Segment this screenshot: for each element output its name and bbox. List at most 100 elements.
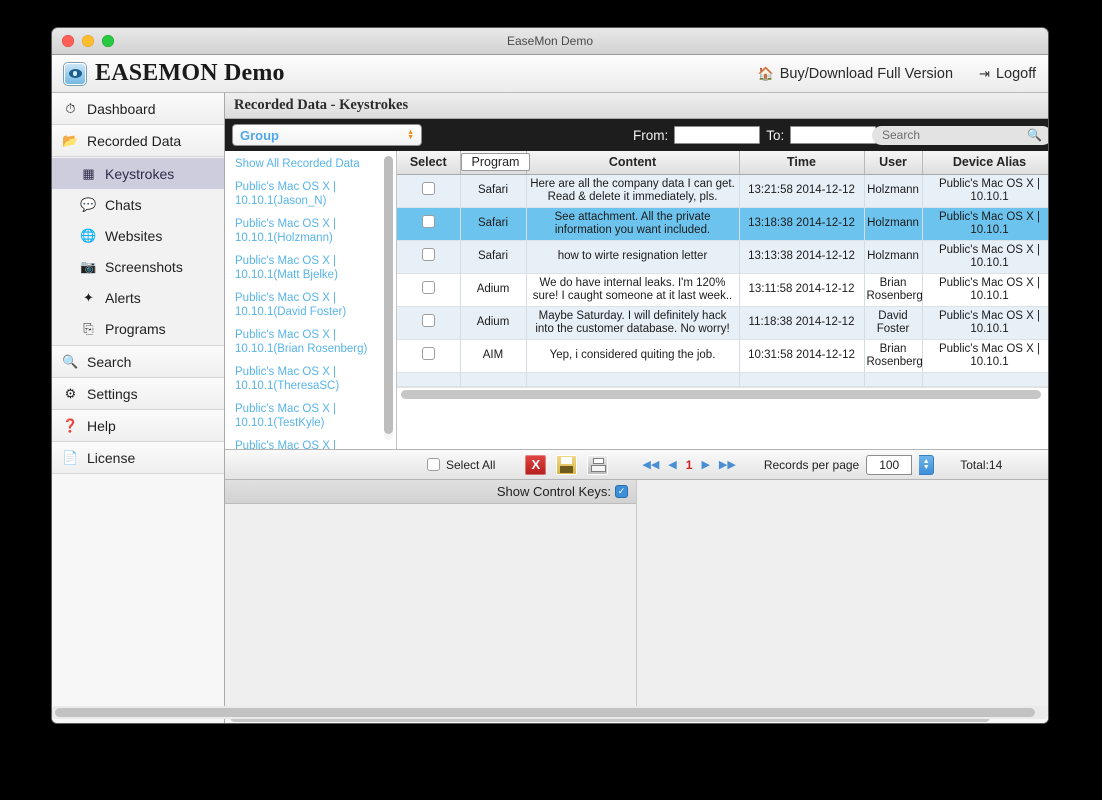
- column-header-program[interactable]: Program: [460, 151, 531, 175]
- row-user: Brian Rosenberg: [864, 339, 923, 373]
- sidebar-item-label: Help: [87, 417, 116, 434]
- first-page-icon[interactable]: ◀◀: [642, 458, 659, 471]
- row-user: David Foster: [864, 306, 923, 340]
- sidebar-item-screenshots[interactable]: 📷 Screenshots: [52, 251, 224, 282]
- scrollbar-thumb[interactable]: [55, 708, 1035, 717]
- row-select-cell[interactable]: [397, 174, 461, 208]
- records-per-page-input[interactable]: 100: [866, 454, 913, 475]
- group-dropdown[interactable]: Group ▲ ▼: [232, 124, 422, 146]
- row-time: 13:18:38 2014-12-12: [739, 207, 865, 241]
- excel-export-icon[interactable]: X: [525, 454, 547, 475]
- row-program: Safari: [460, 174, 527, 208]
- search-input[interactable]: Search 🔍: [872, 125, 1048, 145]
- row-checkbox[interactable]: [421, 314, 435, 327]
- row-select-cell[interactable]: [397, 273, 461, 307]
- logoff-label: Logoff: [995, 65, 1036, 82]
- to-label: To:: [766, 127, 785, 143]
- column-header-device-alias[interactable]: Device Alias: [922, 151, 1048, 175]
- sidebar-item-recorded-data[interactable]: 📂 Recorded Data: [52, 125, 224, 157]
- detail-pane-right-header: [637, 480, 1048, 504]
- column-header-time[interactable]: Time: [739, 151, 865, 175]
- table-horizontal-scrollbar[interactable]: [397, 386, 1048, 400]
- group-list-item[interactable]: Public's Mac OS X | 10.10.1(Jason_N): [235, 180, 392, 208]
- buy-download-link[interactable]: 🏠 Buy/Download Full Version: [758, 66, 953, 82]
- window-horizontal-scrollbar[interactable]: [52, 706, 1048, 719]
- floppy-save-icon[interactable]: [556, 454, 578, 475]
- detail-pane-left: Show Control Keys: ✓: [225, 480, 637, 709]
- table-header-row: Select Program Content Time User Device …: [397, 151, 1048, 175]
- row-checkbox[interactable]: [421, 215, 435, 228]
- row-device-alias: Public's Mac OS X | 10.10.1: [922, 240, 1048, 274]
- group-list-scrollbar[interactable]: [384, 156, 393, 440]
- row-program: Safari: [460, 207, 527, 241]
- next-page-icon[interactable]: ▶: [701, 458, 709, 471]
- group-list-item[interactable]: Public's Mac OS X | 10.10.1(TestKyle): [235, 402, 392, 430]
- printer-icon[interactable]: [587, 454, 609, 475]
- row-checkbox[interactable]: [421, 281, 435, 294]
- sidebar-subgroup: ▦ Keystrokes 💬 Chats 🌐 Websites 📷 Screen…: [52, 157, 224, 346]
- group-list-item[interactable]: Public's Mac OS X | 10.10.1(Brian Rosenb…: [235, 328, 392, 356]
- sidebar-item-chats[interactable]: 💬 Chats: [52, 189, 224, 220]
- minimize-button[interactable]: [82, 35, 94, 47]
- from-date-input[interactable]: [674, 126, 761, 144]
- column-header-select[interactable]: Select: [397, 151, 461, 175]
- to-date-input[interactable]: [790, 126, 877, 144]
- row-content: We do have internal leaks. I'm 120% sure…: [526, 273, 740, 307]
- records-per-page-stepper[interactable]: ▲ ▼: [919, 454, 935, 475]
- scrollbar-thumb[interactable]: [401, 389, 1041, 399]
- group-list-item[interactable]: Public's Mac OS X | 10.10.1(Holzmann): [235, 217, 392, 245]
- row-select-cell[interactable]: [397, 240, 461, 274]
- table-row[interactable]: Adium We do have internal leaks. I'm 120…: [397, 273, 1048, 307]
- table-row[interactable]: Safari how to wirte resignation letter 1…: [397, 240, 1048, 274]
- sidebar-item-alerts[interactable]: ✦ Alerts: [52, 282, 224, 313]
- close-button[interactable]: [62, 35, 74, 47]
- last-page-icon[interactable]: ▶▶: [719, 458, 736, 471]
- sidebar-item-settings[interactable]: ⚙ Settings: [52, 378, 224, 410]
- license-card-icon: 📄: [62, 449, 79, 465]
- scrollbar-thumb[interactable]: [384, 156, 393, 434]
- table-row[interactable]: AIM Yep, i considered quiting the job. 1…: [397, 339, 1048, 373]
- group-list-item[interactable]: Public's Mac OS X |: [235, 439, 392, 449]
- row-select-cell[interactable]: [397, 207, 461, 241]
- column-header-user[interactable]: User: [864, 151, 923, 175]
- row-user: Brian Rosenberg: [864, 273, 923, 307]
- sidebar-item-websites[interactable]: 🌐 Websites: [52, 220, 224, 251]
- row-device-alias: Public's Mac OS X | 10.10.1: [922, 339, 1048, 373]
- brand: EASEMON Demo: [64, 60, 285, 87]
- sidebar-item-license[interactable]: 📄 License: [52, 442, 224, 474]
- sidebar-item-search[interactable]: 🔍 Search: [52, 346, 224, 378]
- row-device-alias: Public's Mac OS X | 10.10.1: [922, 306, 1048, 340]
- table-row[interactable]: Safari See attachment. All the private i…: [397, 207, 1048, 241]
- group-list-item[interactable]: Public's Mac OS X | 10.10.1(TheresaSC): [235, 365, 392, 393]
- table-row-empty: [397, 372, 1048, 387]
- detail-pane-left-body: [225, 504, 636, 709]
- table-row[interactable]: Adium Maybe Saturday. I will definitely …: [397, 306, 1048, 340]
- sidebar-item-help[interactable]: ❓ Help: [52, 410, 224, 442]
- page-title: Recorded Data - Keystrokes: [225, 93, 1048, 119]
- maximize-button[interactable]: [102, 35, 114, 47]
- from-label: From:: [633, 127, 669, 143]
- row-checkbox[interactable]: [421, 248, 435, 261]
- select-all-label: Select All: [446, 457, 496, 472]
- row-checkbox[interactable]: [421, 182, 435, 195]
- group-list[interactable]: Show All Recorded Data Public's Mac OS X…: [225, 151, 397, 449]
- row-select-cell[interactable]: [397, 306, 461, 340]
- group-list-item[interactable]: Public's Mac OS X | 10.10.1(Matt Bjelke): [235, 254, 392, 282]
- sidebar-item-keystrokes[interactable]: ▦ Keystrokes: [52, 158, 224, 189]
- group-list-item[interactable]: Public's Mac OS X | 10.10.1(David Foster…: [235, 291, 392, 319]
- row-select-cell[interactable]: [397, 339, 461, 373]
- row-checkbox[interactable]: [421, 347, 435, 360]
- logoff-link[interactable]: ⇥ Logoff: [979, 66, 1036, 82]
- table-row[interactable]: Safari Here are all the company data I c…: [397, 174, 1048, 208]
- current-page-number[interactable]: 1: [686, 458, 693, 472]
- show-control-keys-checkbox[interactable]: ✓: [615, 485, 628, 498]
- select-all-checkbox[interactable]: [427, 458, 440, 471]
- sidebar-item-dashboard[interactable]: ⏱ Dashboard: [52, 93, 224, 125]
- select-all-control[interactable]: Select All: [427, 458, 495, 472]
- sidebar-item-programs[interactable]: ⎘ Programs: [52, 313, 224, 344]
- prev-page-icon[interactable]: ◀: [668, 458, 676, 471]
- records-per-page-label: Records per page: [763, 457, 860, 472]
- group-list-item[interactable]: Show All Recorded Data: [235, 157, 392, 171]
- row-content: See attachment. All the private informat…: [526, 207, 740, 241]
- column-header-content[interactable]: Content: [526, 151, 740, 175]
